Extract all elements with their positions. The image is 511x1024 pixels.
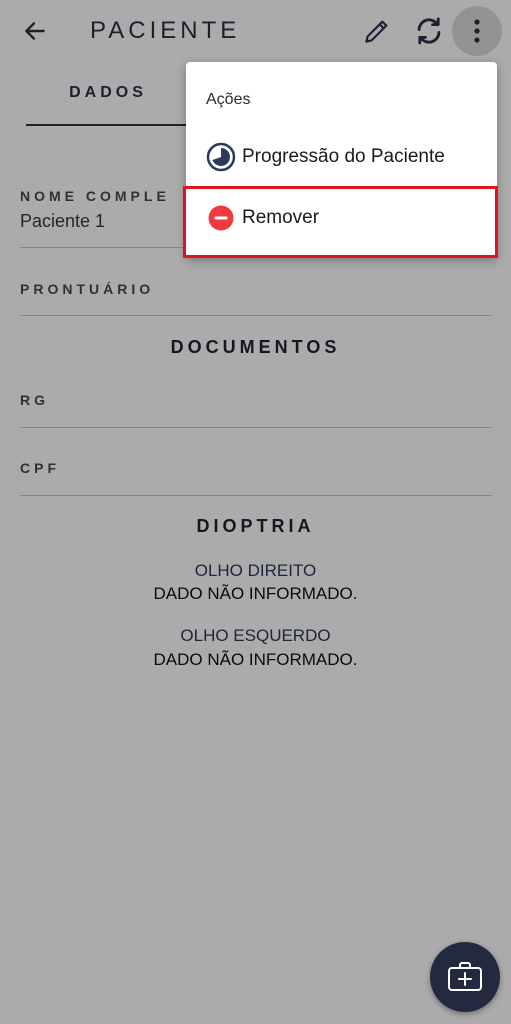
new-consultation-fab[interactable] <box>430 942 500 1012</box>
menu-header: Ações <box>206 91 251 108</box>
highlight-box <box>183 186 498 258</box>
medical-kit-icon <box>448 962 482 991</box>
menu-item-progressao[interactable]: Progressão do Paciente <box>186 127 497 187</box>
menu-item-progressao-label: Progressão do Paciente <box>242 146 445 167</box>
progress-icon <box>206 142 236 172</box>
